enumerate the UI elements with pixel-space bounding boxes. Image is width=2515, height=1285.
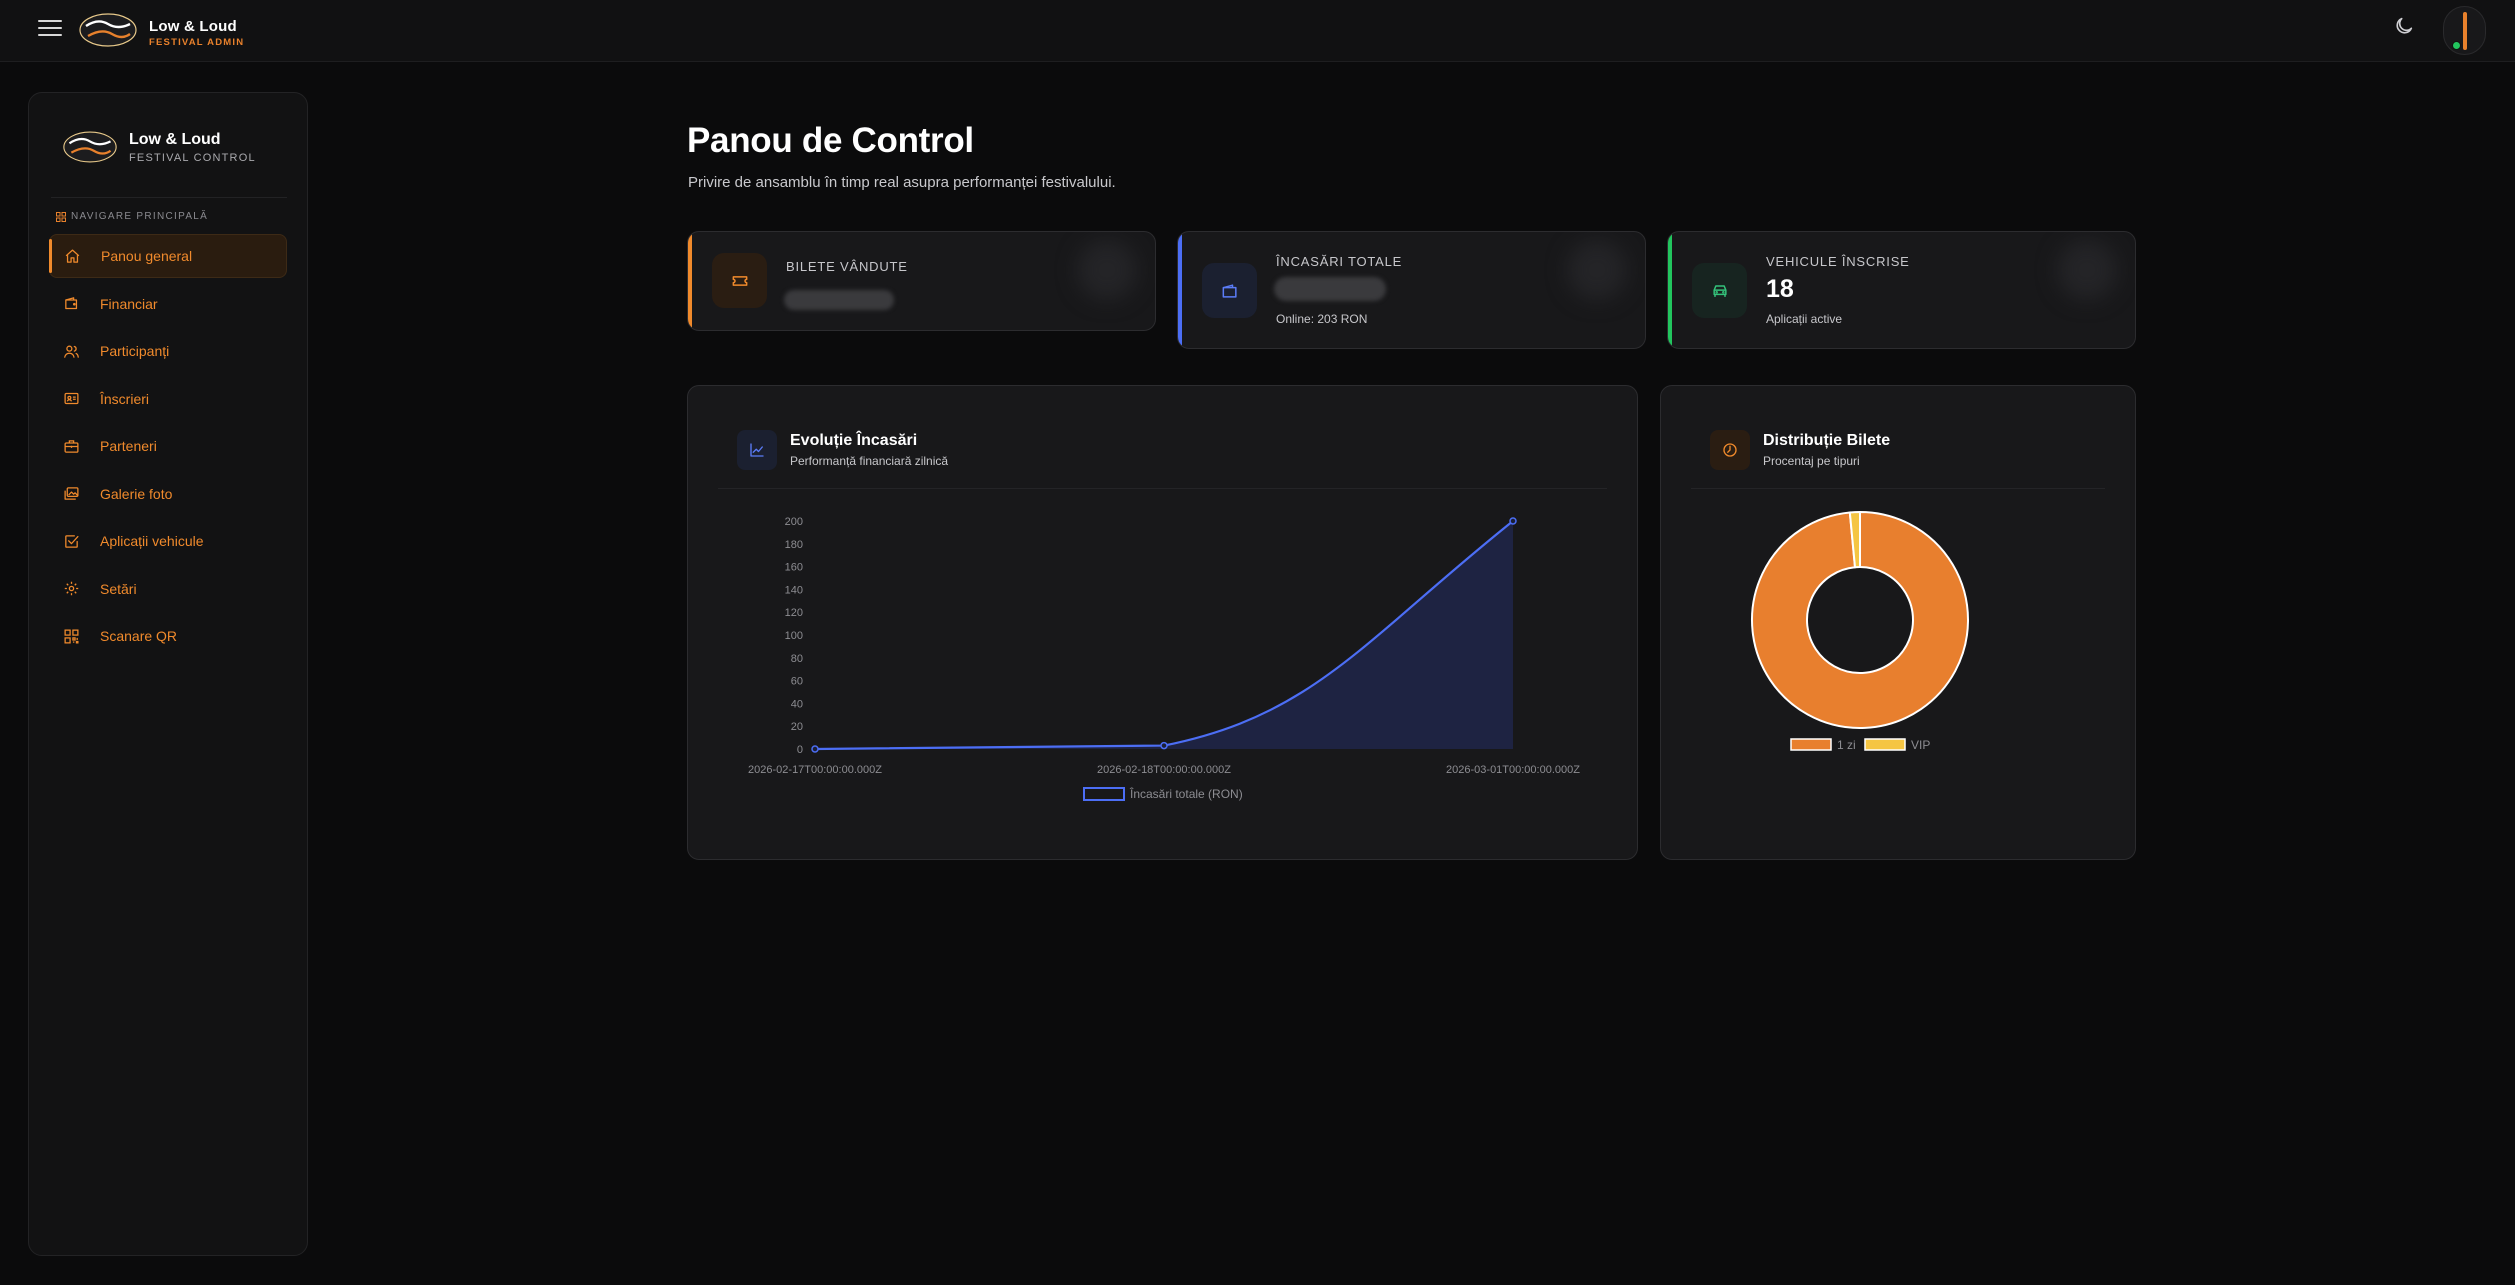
y-tick-label: 140 <box>785 584 803 596</box>
sidebar-item-label: Setări <box>100 580 137 597</box>
stat-card-revenue[interactable]: ÎNCASĂRI TOTALE Online: 203 RON <box>1177 231 1646 349</box>
moon-icon[interactable] <box>2393 15 2415 37</box>
data-point <box>1160 741 1168 750</box>
legend-swatch <box>1790 738 1832 751</box>
x-tick-label: 2026-02-18T00:00:00.000Z <box>1097 764 1231 776</box>
festival-logo <box>63 131 117 163</box>
card-accent <box>688 232 692 330</box>
stat-card-tickets[interactable]: BILETE VÂNDUTE <box>687 231 1156 331</box>
nav-heading-label: NAVIGARE PRINCIPALĂ <box>71 211 209 222</box>
ticket-donut-chart: 1 zi VIP <box>1751 510 1969 752</box>
avatar[interactable] <box>2443 6 2486 55</box>
ticket-distribution-panel: Distribuție Bilete Procentaj pe tipuri 1… <box>1660 385 2136 860</box>
sidebar-item-panou-general[interactable]: Panou general <box>49 234 287 278</box>
sidebar-item-aplicatii-vehicule[interactable]: Aplicații vehicule <box>49 519 287 563</box>
sidebar-item-inscrieri[interactable]: Înscrieri <box>49 377 287 421</box>
sidebar-brand-name: Low & Loud <box>129 131 221 148</box>
sidebar-item-parteneri[interactable]: Parteneri <box>49 424 287 468</box>
images-icon <box>64 487 79 500</box>
y-tick-label: 160 <box>785 562 803 574</box>
y-tick-label: 0 <box>797 744 803 756</box>
y-tick-label: 200 <box>785 516 803 528</box>
legend-label: 1 zi <box>1837 738 1856 752</box>
page-title: Panou de Control <box>687 121 974 160</box>
sidebar-item-setari[interactable]: Setări <box>49 567 287 611</box>
menu-icon[interactable] <box>38 20 62 40</box>
y-tick-label: 120 <box>785 607 803 619</box>
stat-label: BILETE VÂNDUTE <box>786 259 908 274</box>
divider <box>51 197 287 198</box>
top-bar: Low & Loud FESTIVAL ADMIN <box>0 0 2515 62</box>
revenue-area-chart: 0 20 40 60 80 100 120 140 160 180 200 2026-02-17T00… <box>748 516 1580 801</box>
stat-value-loading <box>1274 277 1386 301</box>
brand-subtitle: FESTIVAL ADMIN <box>149 37 245 48</box>
sidebar-brand-subtitle: FESTIVAL CONTROL <box>129 152 256 164</box>
grid-icon <box>56 211 66 222</box>
main-navigation: Panou general Financiar Participanți Îns… <box>49 234 287 662</box>
y-tick-label: 20 <box>791 721 803 733</box>
stat-label: ÎNCASĂRI TOTALE <box>1276 254 1403 269</box>
sidebar-item-label: Panou general <box>101 248 193 264</box>
festival-logo <box>79 13 137 47</box>
car-icon <box>1692 263 1747 318</box>
gear-icon <box>64 581 79 596</box>
stat-value-loading <box>784 290 894 310</box>
sidebar-item-label: Înscrieri <box>100 390 150 407</box>
users-icon <box>64 345 79 358</box>
data-point <box>1509 517 1517 525</box>
sidebar-item-label: Galerie foto <box>100 485 173 502</box>
sidebar-item-galerie-foto[interactable]: Galerie foto <box>49 472 287 516</box>
revenue-evolution-panel: Evoluție Încasări Performanță financiară… <box>687 385 1638 860</box>
y-tick-label: 180 <box>785 539 803 551</box>
stat-label: VEHICULE ÎNSCRISE <box>1766 254 1910 269</box>
stat-footnote: Aplicații active <box>1766 312 1843 326</box>
check-square-icon <box>65 534 79 548</box>
home-icon <box>65 248 80 263</box>
y-tick-label: 60 <box>791 676 803 688</box>
card-accent <box>1178 232 1182 348</box>
online-status-dot <box>2452 41 2461 50</box>
wallet-icon <box>65 297 78 310</box>
brand-name: Low & Loud <box>149 18 237 35</box>
card-accent <box>1668 232 1672 348</box>
legend-swatch <box>1083 787 1125 801</box>
sidebar-item-label: Scanare QR <box>100 628 178 644</box>
sidebar: Low & Loud FESTIVAL CONTROL NAVIGARE PRI… <box>28 92 308 1256</box>
series-area <box>815 521 1513 749</box>
y-tick-label: 100 <box>785 630 803 642</box>
sidebar-item-participanti[interactable]: Participanți <box>49 329 287 373</box>
x-tick-label: 2026-03-01T00:00:00.000Z <box>1446 764 1580 776</box>
sidebar-item-financiar[interactable]: Financiar <box>49 282 287 326</box>
legend-swatch <box>1864 738 1906 751</box>
page-subtitle: Privire de ansamblu în timp real asupra … <box>688 174 1116 191</box>
stat-footnote: Online: 203 RON <box>1276 312 1368 326</box>
y-tick-label: 80 <box>791 653 803 665</box>
stat-card-vehicles[interactable]: VEHICULE ÎNSCRISE 18 Aplicații active <box>1667 231 2136 349</box>
sidebar-item-label: Participanți <box>100 343 170 359</box>
data-point <box>811 745 819 753</box>
qr-icon <box>64 628 79 644</box>
ticket-icon <box>712 253 767 308</box>
id-card-icon <box>64 392 79 405</box>
legend-label: VIP <box>1911 738 1930 752</box>
y-tick-label: 40 <box>791 698 803 710</box>
stat-value: 18 <box>1766 275 1794 303</box>
x-tick-label: 2026-02-17T00:00:00.000Z <box>748 764 882 776</box>
wallet-icon <box>1202 263 1257 318</box>
legend-label: Încasări totale (RON) <box>1129 786 1243 801</box>
sidebar-item-label: Financiar <box>100 295 158 312</box>
sidebar-item-scanare-qr[interactable]: Scanare QR <box>49 614 287 658</box>
sidebar-item-label: Parteneri <box>100 438 157 454</box>
briefcase-icon <box>64 439 79 453</box>
sidebar-item-label: Aplicații vehicule <box>100 533 204 549</box>
nav-heading: NAVIGARE PRINCIPALĂ <box>56 211 208 222</box>
